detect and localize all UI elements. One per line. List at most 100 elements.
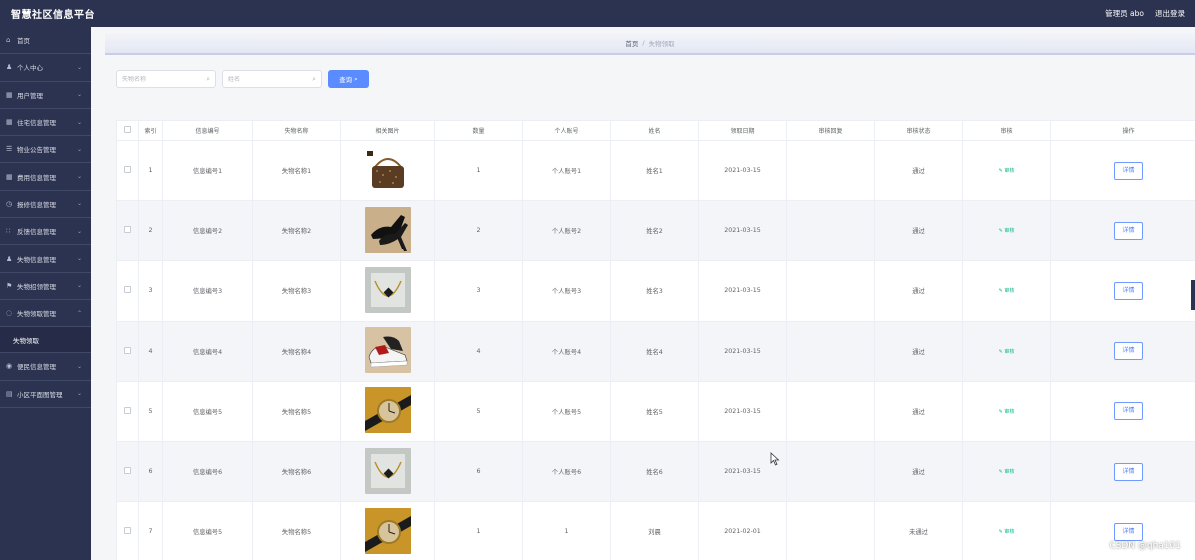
chevron-down-icon: ⌄ bbox=[76, 145, 82, 153]
clock-icon: ◷ bbox=[6, 199, 13, 208]
document-icon: ▤ bbox=[6, 389, 13, 398]
audit-link[interactable]: ✎ 审核 bbox=[999, 288, 1015, 294]
row-select-cell[interactable] bbox=[116, 501, 139, 560]
item-thumbnail-image[interactable] bbox=[364, 146, 411, 193]
person-name-field[interactable]: ⌕ bbox=[222, 70, 322, 88]
row-select-cell[interactable] bbox=[116, 440, 139, 503]
sidebar-item-label: 住宅信息管理 bbox=[17, 119, 56, 128]
sidebar-item[interactable]: ☰ 物业公告管理 ⌄ bbox=[0, 136, 91, 164]
sidebar-item-label: 首页 bbox=[17, 37, 30, 46]
query-button[interactable]: 查询 ⌕ bbox=[328, 70, 369, 88]
audit-link[interactable]: ✎ 审核 bbox=[999, 409, 1015, 415]
detail-button[interactable]: 详情 bbox=[1114, 161, 1143, 180]
detail-button[interactable]: 详情 bbox=[1114, 281, 1143, 300]
app-title: 智慧社区信息平台 bbox=[11, 10, 95, 21]
item-thumbnail-image[interactable] bbox=[364, 447, 411, 494]
column-header: 个人账号 bbox=[522, 120, 611, 141]
claim-date-cell: 2021-03-15 bbox=[698, 200, 787, 262]
row-checkbox[interactable] bbox=[124, 527, 131, 535]
sidebar-item-label: 反馈信息管理 bbox=[17, 228, 56, 237]
sidebar-item[interactable]: ▤ 小区平面图管理 ⌄ bbox=[0, 381, 91, 408]
logout-link[interactable]: 退出登录 bbox=[1155, 8, 1185, 19]
flag-icon: ⚑ bbox=[6, 281, 13, 290]
sidebar-item[interactable]: ♟ 个人中心 ⌄ bbox=[0, 54, 91, 82]
sidebar-item[interactable]: ▦ 费用信息管理 ⌄ bbox=[0, 163, 91, 191]
item-name-cell: 失物名称3 bbox=[252, 260, 341, 322]
index-cell: 6 bbox=[138, 440, 163, 503]
audit-link[interactable]: ✎ 审核 bbox=[999, 529, 1015, 535]
row-checkbox[interactable] bbox=[124, 406, 131, 414]
table-row[interactable]: 5 信息编号5 失物名称5 5 个人账号5 姓名5 2021-03-15 通过 ✎ 审核 详情 bbox=[116, 380, 1195, 442]
claim-date-cell: 2021-03-15 bbox=[698, 260, 787, 322]
audit-cell: ✎ 审核 bbox=[962, 440, 1051, 503]
sidebar-item[interactable]: ⚑ 失物招领管理 ⌄ bbox=[0, 273, 91, 300]
sidebar-item[interactable]: ∷ 反馈信息管理 ⌄ bbox=[0, 218, 91, 246]
audit-link[interactable]: ✎ 审核 bbox=[999, 168, 1015, 174]
table-row[interactable]: 4 信息编号4 失物名称4 4 个人账号4 姓名4 2021-03-15 通过 ✎ 审核 详情 bbox=[116, 320, 1195, 382]
circle-icon: ◌ bbox=[6, 309, 13, 318]
sidebar-item[interactable]: ◉ 便民信息管理 ⌄ bbox=[0, 353, 91, 381]
action-cell: 详情 bbox=[1050, 139, 1195, 202]
item-name-cell: 失物名称4 bbox=[252, 320, 341, 382]
detail-button[interactable]: 详情 bbox=[1114, 522, 1143, 541]
sidebar-item[interactable]: ◌ 失物领取管理 ⌃ bbox=[0, 300, 91, 328]
row-select-cell[interactable] bbox=[116, 139, 139, 202]
row-checkbox[interactable] bbox=[124, 286, 131, 294]
row-checkbox[interactable] bbox=[124, 346, 131, 354]
item-thumbnail-image[interactable] bbox=[364, 206, 411, 253]
claim-date-cell: 2021-03-15 bbox=[698, 440, 787, 503]
audit-link[interactable]: ✎ 审核 bbox=[999, 469, 1015, 475]
detail-button[interactable]: 详情 bbox=[1114, 342, 1143, 361]
item-thumbnail-image[interactable] bbox=[364, 387, 411, 434]
audit-status-cell: 通过 bbox=[874, 440, 963, 503]
select-all-header[interactable] bbox=[116, 120, 139, 141]
select-all-checkbox[interactable] bbox=[124, 126, 131, 133]
column-header: 相关图片 bbox=[340, 120, 435, 141]
person-name-cell: 姓名1 bbox=[610, 139, 699, 202]
item-thumbnail-image[interactable] bbox=[364, 327, 411, 374]
sidebar-subitem-lost-item-claim[interactable]: 失物领取 bbox=[0, 327, 91, 354]
person-name-cell: 刘晨 bbox=[610, 501, 699, 560]
table-row[interactable]: 6 信息编号6 失物名称6 6 个人账号6 姓名6 2021-03-15 通过 ✎ 审核 详情 bbox=[116, 440, 1195, 503]
detail-button[interactable]: 详情 bbox=[1114, 462, 1143, 481]
sidebar-item[interactable]: ▦ 用户管理 ⌄ bbox=[0, 82, 91, 109]
person-name-input[interactable] bbox=[228, 75, 308, 83]
detail-button[interactable]: 详情 bbox=[1114, 402, 1143, 421]
row-select-cell[interactable] bbox=[116, 200, 139, 262]
sidebar-item[interactable]: ▦ 住宅信息管理 ⌄ bbox=[0, 109, 91, 137]
item-thumbnail-image[interactable] bbox=[364, 266, 411, 313]
image-cell bbox=[340, 501, 435, 560]
sidebar: ⌂ 首页 ♟ 个人中心 ⌄ ▦ 用户管理 ⌄ ▦ 住宅信息管理 ⌄ ☰ 物业公告管理 ⌄ ▦ 费用信息管理 ⌄ ◷… bbox=[0, 27, 91, 560]
watermark: CSDN @qha101 bbox=[1109, 541, 1181, 551]
row-select-cell[interactable] bbox=[116, 320, 139, 382]
scrollbar-marker[interactable] bbox=[1191, 280, 1195, 310]
sidebar-item[interactable]: ♟ 失物信息管理 ⌄ bbox=[0, 245, 91, 273]
sidebar-item[interactable]: ⌂ 首页 bbox=[0, 27, 91, 55]
row-checkbox[interactable] bbox=[124, 226, 131, 234]
breadcrumb-home[interactable]: 首页 bbox=[625, 38, 638, 48]
lost-item-name-input[interactable] bbox=[122, 75, 202, 83]
apps-icon: ∷ bbox=[6, 227, 11, 236]
image-cell bbox=[340, 200, 435, 262]
audit-link[interactable]: ✎ 审核 bbox=[999, 349, 1015, 355]
audit-link-label: 审核 bbox=[1004, 529, 1015, 536]
sidebar-item-label: 费用信息管理 bbox=[17, 173, 56, 182]
row-select-cell[interactable] bbox=[116, 260, 139, 322]
claim-date-cell: 2021-02-01 bbox=[698, 501, 787, 560]
row-select-cell[interactable] bbox=[116, 380, 139, 442]
item-name-cell: 失物名称2 bbox=[252, 200, 341, 262]
table-row[interactable]: 2 信息编号2 失物名称2 2 个人账号2 姓名2 2021-03-15 通过 ✎ 审核 详情 bbox=[116, 200, 1195, 262]
row-checkbox[interactable] bbox=[124, 166, 131, 174]
lost-item-name-field[interactable]: ⌕ bbox=[116, 70, 216, 88]
table-row[interactable]: 1 信息编号1 失物名称1 1 个人账号1 姓名1 2021-03-15 通过 ✎ 审核 详情 bbox=[116, 139, 1195, 202]
audit-link[interactable]: ✎ 审核 bbox=[999, 228, 1015, 234]
table-row[interactable]: 7 信息编号5 失物名称5 1 1 刘晨 2021-02-01 未通过 ✎ 审核 详情 bbox=[116, 501, 1195, 560]
sidebar-item[interactable]: ◷ 报修信息管理 ⌄ bbox=[0, 191, 91, 219]
row-checkbox[interactable] bbox=[124, 467, 131, 475]
item-thumbnail-image[interactable] bbox=[364, 507, 411, 554]
action-cell: 详情 bbox=[1050, 200, 1195, 262]
admin-user-label[interactable]: 管理员 abo bbox=[1105, 8, 1144, 19]
detail-button[interactable]: 详情 bbox=[1114, 221, 1143, 240]
table-header-row: 索引 信息编号 失物名称 相关图片 数量 个人账号 姓名 领取日期 审核回复 审… bbox=[116, 120, 1195, 141]
table-row[interactable]: 3 信息编号3 失物名称3 3 个人账号3 姓名3 2021-03-15 通过 ✎ 审核 详情 bbox=[116, 260, 1195, 322]
